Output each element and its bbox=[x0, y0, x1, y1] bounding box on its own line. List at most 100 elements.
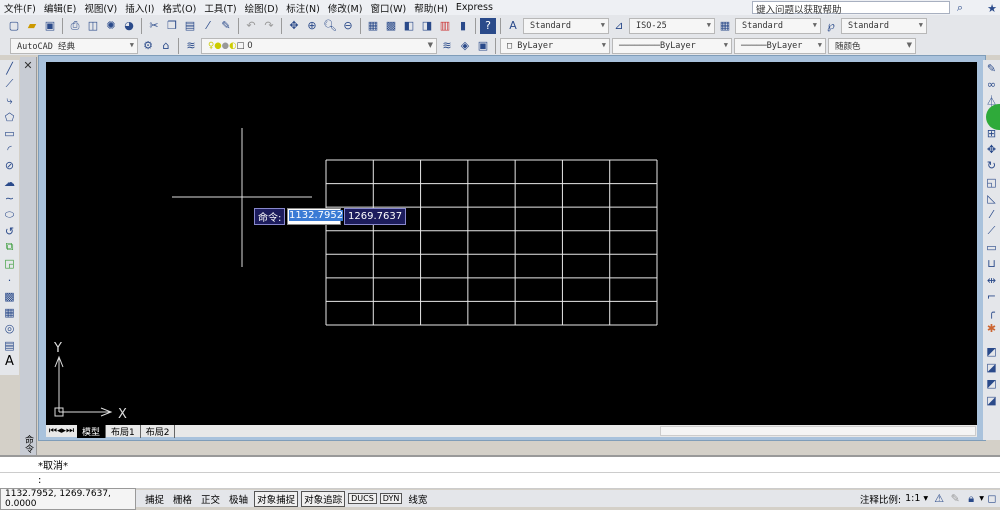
menu-window[interactable]: 窗口(W) bbox=[366, 1, 410, 15]
erase-icon[interactable]: ✎ bbox=[984, 60, 1000, 76]
polyline-icon[interactable]: ⤷ bbox=[2, 93, 18, 109]
rectangle-icon[interactable]: ▭ bbox=[2, 125, 18, 141]
tab-model[interactable]: 模型 bbox=[77, 424, 107, 438]
dynamic-input-y[interactable]: 1269.7637 bbox=[344, 208, 407, 225]
snap-toggle[interactable]: 捕捉 bbox=[142, 491, 167, 507]
scale-icon[interactable]: ◱ bbox=[984, 174, 1000, 190]
paste-icon[interactable]: ▤ bbox=[182, 18, 198, 34]
text-style-select[interactable]: Standard ▼ bbox=[523, 17, 609, 34]
search-icon[interactable]: ⌕ bbox=[952, 0, 968, 16]
linetype-select[interactable]: ──────── ByLayer ▼ bbox=[612, 37, 732, 54]
make-current-layer-icon[interactable]: ≋ bbox=[439, 38, 455, 54]
workspace-select[interactable]: AutoCAD 经典 ▼ bbox=[10, 37, 138, 54]
table-style-select[interactable]: Standard ▼ bbox=[735, 17, 821, 34]
draw-order-back-icon[interactable]: ◪ bbox=[984, 359, 1000, 375]
join-icon[interactable]: ⇹ bbox=[984, 272, 1000, 288]
undo-icon[interactable]: ↶ bbox=[243, 18, 259, 34]
annotation-visibility-icon[interactable]: ⚠ bbox=[931, 491, 947, 507]
polar-toggle[interactable]: 极轴 bbox=[226, 491, 251, 507]
point-icon[interactable]: · bbox=[2, 272, 18, 288]
sheet-set-icon[interactable]: ◨ bbox=[419, 18, 435, 34]
calculator-icon[interactable]: ▮ bbox=[455, 18, 471, 34]
menu-help[interactable]: 帮助(H) bbox=[410, 1, 452, 15]
fillet-icon[interactable]: ╭ bbox=[984, 304, 1000, 320]
zoom-previous-icon[interactable]: ⊖ bbox=[340, 18, 356, 34]
drawing-canvas[interactable]: Y X 命令: 1132.7952 1269.7637 bbox=[46, 62, 977, 425]
gradient-icon[interactable]: ▦ bbox=[2, 304, 18, 320]
extend-icon[interactable]: ⟋ bbox=[984, 223, 1000, 239]
plot-preview-icon[interactable]: ◫ bbox=[85, 18, 101, 34]
construction-line-icon[interactable]: ⟋ bbox=[2, 76, 18, 92]
tool-palettes-icon[interactable]: ◧ bbox=[401, 18, 417, 34]
chamfer-icon[interactable]: ⌐ bbox=[984, 288, 1000, 304]
bring-above-icon[interactable]: ◩ bbox=[984, 376, 1000, 392]
ducs-toggle[interactable]: DUCS bbox=[348, 493, 377, 504]
properties-icon[interactable]: ▦ bbox=[365, 18, 381, 34]
stretch-icon[interactable]: ◺ bbox=[984, 190, 1000, 206]
layer-previous-icon[interactable]: ◈ bbox=[457, 38, 473, 54]
menu-express[interactable]: Express bbox=[452, 2, 497, 13]
insert-block-icon[interactable]: ⧉ bbox=[2, 239, 18, 255]
new-file-icon[interactable]: ▢ bbox=[6, 18, 22, 34]
ellipse-icon[interactable]: ⬭ bbox=[2, 207, 18, 223]
mleader-style-select[interactable]: Standard ▼ bbox=[841, 17, 927, 34]
help-search-input[interactable]: 键入问题以获取帮助 bbox=[752, 1, 950, 16]
chevron-down-icon[interactable]: ▾ bbox=[920, 493, 931, 504]
menu-view[interactable]: 视图(V) bbox=[80, 1, 121, 15]
grid-toggle[interactable]: 栅格 bbox=[170, 491, 195, 507]
make-block-icon[interactable]: ◲ bbox=[2, 256, 18, 272]
coordinates-readout[interactable]: 1132.7952, 1269.7637, 0.0000 bbox=[0, 487, 136, 510]
table-style-icon[interactable]: ▦ bbox=[717, 18, 733, 34]
copy-object-icon[interactable]: ∞ bbox=[984, 76, 1000, 92]
print-icon[interactable]: ⎙ bbox=[67, 18, 83, 34]
favorites-star-icon[interactable]: ★ bbox=[984, 0, 1000, 16]
break-icon[interactable]: ⊔ bbox=[984, 256, 1000, 272]
menu-insert[interactable]: 插入(I) bbox=[121, 1, 158, 15]
3d-dwf-icon[interactable]: ◕ bbox=[121, 18, 137, 34]
text-style-icon[interactable]: A bbox=[505, 18, 521, 34]
open-file-icon[interactable]: ▰ bbox=[24, 18, 40, 34]
dyn-toggle[interactable]: DYN bbox=[379, 493, 403, 504]
table-icon[interactable]: ▤ bbox=[2, 337, 18, 353]
menu-format[interactable]: 格式(O) bbox=[158, 1, 200, 15]
command-input[interactable]: : bbox=[0, 473, 1000, 489]
spline-icon[interactable]: ∼ bbox=[2, 190, 18, 206]
lineweight-toggle[interactable]: 线宽 bbox=[405, 491, 430, 507]
polygon-icon[interactable]: ⬠ bbox=[2, 109, 18, 125]
arc-icon[interactable]: ◜ bbox=[2, 141, 18, 157]
zoom-realtime-icon[interactable]: ⊕ bbox=[304, 18, 320, 34]
explode-icon[interactable]: ✱ bbox=[984, 321, 1000, 337]
block-editor-icon[interactable]: ✎ bbox=[218, 18, 234, 34]
move-icon[interactable]: ✥ bbox=[984, 141, 1000, 157]
region-icon[interactable]: ◎ bbox=[2, 321, 18, 337]
copy-icon[interactable]: ❐ bbox=[164, 18, 180, 34]
color-select[interactable]: □ ByLayer ▼ bbox=[500, 37, 610, 54]
rotate-icon[interactable]: ↻ bbox=[984, 158, 1000, 174]
menu-file[interactable]: 文件(F) bbox=[0, 1, 40, 15]
pan-icon[interactable]: ✥ bbox=[286, 18, 302, 34]
trim-icon[interactable]: ⁄ bbox=[984, 207, 1000, 223]
menu-dimension[interactable]: 标注(N) bbox=[282, 1, 324, 15]
markup-icon[interactable]: ▥ bbox=[437, 18, 453, 34]
design-center-icon[interactable]: ▩ bbox=[383, 18, 399, 34]
layer-states-icon[interactable]: ▣ bbox=[475, 38, 491, 54]
break-at-point-icon[interactable]: ▭ bbox=[984, 239, 1000, 255]
osnap-toggle[interactable]: 对象捕捉 bbox=[254, 490, 299, 507]
menu-tools[interactable]: 工具(T) bbox=[200, 1, 240, 15]
layer-select[interactable]: ♀ ● ● ◐ □ 0 ▼ bbox=[201, 37, 437, 54]
revision-cloud-icon[interactable]: ☁ bbox=[2, 174, 18, 190]
redo-icon[interactable]: ↷ bbox=[261, 18, 277, 34]
hatch-icon[interactable]: ▩ bbox=[2, 288, 18, 304]
menu-modify[interactable]: 修改(M) bbox=[324, 1, 367, 15]
save-icon[interactable]: ▣ bbox=[42, 18, 58, 34]
tab-nav-first-icon[interactable]: ⏮ bbox=[46, 426, 57, 436]
horizontal-scrollbar[interactable] bbox=[660, 426, 976, 436]
otrack-toggle[interactable]: 对象追踪 bbox=[301, 490, 346, 507]
ellipse-arc-icon[interactable]: ↺ bbox=[2, 223, 18, 239]
clean-screen-icon[interactable]: ◻ bbox=[984, 491, 1000, 507]
zoom-window-icon[interactable]: 🔍︎ bbox=[322, 18, 338, 34]
circle-icon[interactable]: ⊘ bbox=[2, 158, 18, 174]
menu-draw[interactable]: 绘图(D) bbox=[241, 1, 283, 15]
toolbar-lock-icon[interactable]: 🔒︎ bbox=[963, 491, 979, 507]
line-icon[interactable]: ╱ bbox=[2, 60, 18, 76]
